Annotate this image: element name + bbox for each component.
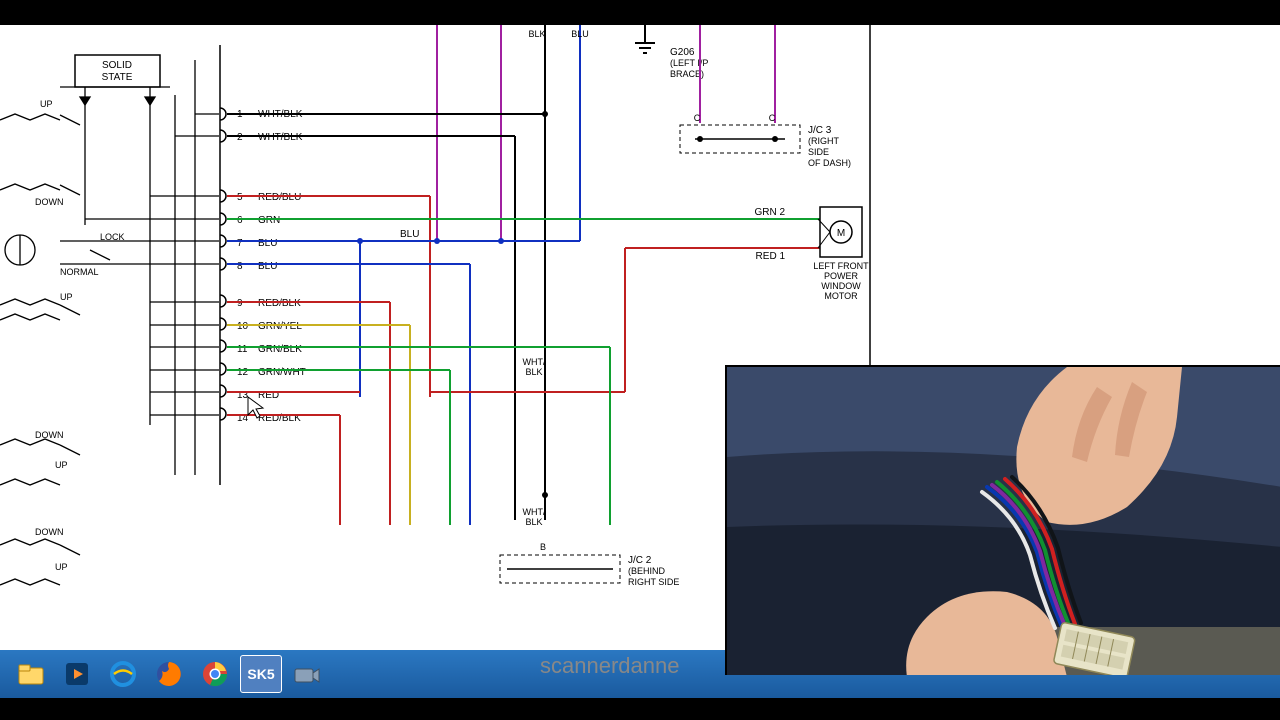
motor-label-1: LEFT FRONT xyxy=(813,261,869,271)
pin-9-num: 9 xyxy=(237,298,243,309)
ground-g206: G206 xyxy=(670,47,695,58)
red-1-label: RED 1 xyxy=(756,251,786,262)
taskbar-media-player-icon[interactable] xyxy=(56,655,98,693)
jc2-sub2: RIGHT SIDE xyxy=(628,577,679,587)
pin-9-color: RED/BLK xyxy=(258,298,301,309)
motor-m-icon: M xyxy=(837,228,845,239)
jc3-sub1: (RIGHT xyxy=(808,136,839,146)
jc2-sub1: (BEHIND xyxy=(628,566,666,576)
blk-label: BLK xyxy=(528,29,545,39)
down-label-1: DOWN xyxy=(35,197,64,207)
pin-5-color: RED/BLU xyxy=(258,192,301,203)
taskbar-folder-icon[interactable] xyxy=(10,655,52,693)
pin-7-color: BLU xyxy=(258,238,277,249)
up-label-3: UP xyxy=(55,460,68,470)
pin-11-num: 11 xyxy=(237,344,248,355)
down-label-3: DOWN xyxy=(35,527,64,537)
up-label-4: UP xyxy=(55,562,68,572)
pin-2-num: 2 xyxy=(237,132,243,143)
taskbar-firefox-icon[interactable] xyxy=(148,655,190,693)
pin-7-num: 7 xyxy=(237,238,243,249)
taskbar-chrome-icon[interactable] xyxy=(194,655,236,693)
lock-label: LOCK xyxy=(100,232,125,242)
pin-8-color: BLU xyxy=(258,261,277,272)
pin-12-num: 12 xyxy=(237,367,249,378)
pip-camera-overlay xyxy=(725,365,1280,675)
motor-label-3: WINDOW xyxy=(821,281,861,291)
sk5-label: SK5 xyxy=(247,666,274,682)
taskbar-sk5-icon[interactable]: SK5 xyxy=(240,655,282,693)
down-label-2: DOWN xyxy=(35,430,64,440)
jc3-label: J/C 3 xyxy=(808,125,832,136)
ground-sub1: (LEFT I/P xyxy=(670,58,708,68)
pin-2-color: WHT/BLK xyxy=(258,132,303,143)
up-label-1: UP xyxy=(40,99,53,109)
taskbar-camera-icon[interactable] xyxy=(286,655,328,693)
connector-pins xyxy=(220,108,226,420)
motor-label-4: MOTOR xyxy=(824,291,858,301)
grn-2-label: GRN 2 xyxy=(754,207,785,218)
jc2-label: J/C 2 xyxy=(628,555,652,566)
pin-10-color: GRN/YEL xyxy=(258,321,302,332)
watermark-text: scannerdanne xyxy=(540,653,679,679)
pin-11-color: GRN/BLK xyxy=(258,344,302,355)
jc3-sub3: OF DASH) xyxy=(808,158,851,168)
pin-6-num: 6 xyxy=(237,215,243,226)
solid-state-label: SOLID xyxy=(102,60,132,71)
pin-10-num: 10 xyxy=(237,321,249,332)
switch-module xyxy=(0,60,219,585)
up-label-2: UP xyxy=(60,292,73,302)
blu-mid-label: BLU xyxy=(400,229,419,240)
taskbar-ie-icon[interactable] xyxy=(102,655,144,693)
normal-label: NORMAL xyxy=(60,267,99,277)
wht-blk-label-v: WHT/ xyxy=(523,357,546,367)
pin-12-color: GRN/WHT xyxy=(258,367,306,378)
wht-blk-label-v2: BLK xyxy=(525,367,542,377)
c-label-1: C xyxy=(694,113,701,123)
wht-blk-label-v3: WHT/ xyxy=(523,507,546,517)
wht-blk-label-v4: BLK xyxy=(525,517,542,527)
ground-sub2: BRACE) xyxy=(670,69,704,79)
solid-state-label2: STATE xyxy=(102,72,133,83)
jc3-sub2: SIDE xyxy=(808,147,829,157)
motor-label-2: POWER xyxy=(824,271,859,281)
diagram-viewport[interactable]: SOLID STATE 1 WHT/BLK xyxy=(0,25,1280,650)
c-label-2: C xyxy=(769,113,776,123)
pin-6-color: GRN xyxy=(258,215,280,226)
pin-8-num: 8 xyxy=(237,261,243,272)
letterbox-top xyxy=(0,0,1280,25)
b-label: B xyxy=(540,542,546,552)
blu-label: BLU xyxy=(571,29,589,39)
pin-5-num: 5 xyxy=(237,192,243,203)
